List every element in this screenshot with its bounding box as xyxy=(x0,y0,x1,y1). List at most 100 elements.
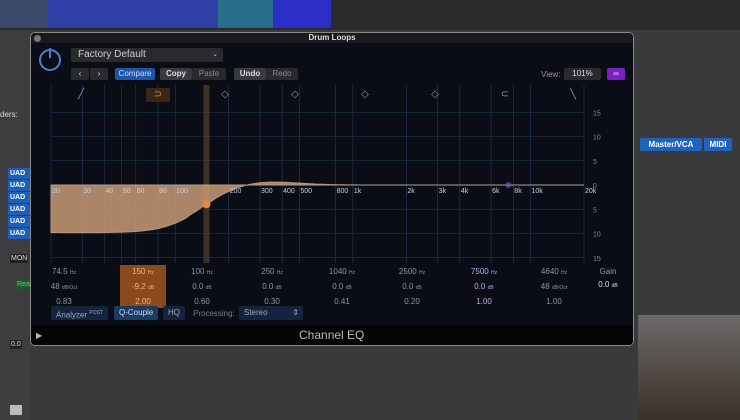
processing-select[interactable]: Stereo ⇕ xyxy=(239,306,303,320)
y-tick-label: 5 xyxy=(593,207,597,214)
paste-button[interactable]: Paste xyxy=(192,68,226,80)
band-2-handle[interactable] xyxy=(202,200,211,209)
gain-label: Gain xyxy=(599,267,617,276)
band-6-params[interactable]: 2500 Hz 0.0 dB 0.20 xyxy=(389,265,435,308)
monitor-button[interactable]: MON xyxy=(10,254,29,263)
audio-region[interactable] xyxy=(0,0,48,28)
audio-region[interactable] xyxy=(273,0,331,28)
band-frequency: 1040 xyxy=(328,267,347,276)
preset-name: Factory Default xyxy=(78,49,146,60)
tab-midi[interactable]: MIDI xyxy=(704,138,732,151)
audio-region[interactable] xyxy=(218,0,273,28)
analyzer-button[interactable]: Analyzer POST xyxy=(51,306,108,320)
previous-preset-button[interactable]: ‹ xyxy=(71,68,89,80)
band-7-toggle-icon[interactable]: ⊂ xyxy=(493,88,517,102)
mixer-channel-strip: ders: UAD F UAD N UAD A UAD S UAD N UAD … xyxy=(0,30,35,420)
band-frequency: 4640 xyxy=(540,267,559,276)
band-5-params[interactable]: 1040 Hz 0.0 dB 0.41 xyxy=(319,265,365,308)
audio-region[interactable] xyxy=(48,0,218,28)
band-3-params[interactable]: 100 Hz 0.0 dB 0.60 xyxy=(179,265,225,308)
redo-button[interactable]: Redo xyxy=(266,68,298,80)
processing-label: Processing: xyxy=(193,309,235,318)
x-tick-label: 8k xyxy=(514,188,522,195)
band-gain: 0.0 xyxy=(262,282,274,291)
insert-slot[interactable]: UAD A xyxy=(8,228,30,239)
next-preset-button[interactable]: › xyxy=(90,68,108,80)
band-8-toggle-icon[interactable]: ╲ xyxy=(561,88,585,102)
gain-value: 0.0 xyxy=(598,280,610,289)
frequency-unit: Hz xyxy=(276,270,283,276)
band-q: 1.00 xyxy=(546,297,562,306)
x-tick-label: 300 xyxy=(261,188,273,195)
band-2-params[interactable]: 150 Hz -9.2 dB 2.00 xyxy=(120,265,166,308)
close-icon[interactable] xyxy=(34,35,41,42)
gain-unit: dB xyxy=(147,285,155,291)
band-q: 0.60 xyxy=(194,297,210,306)
band-2-toggle-icon[interactable]: ⊃ xyxy=(146,88,170,102)
x-tick-label: 80 xyxy=(159,188,167,195)
insert-slot[interactable]: UAD A xyxy=(8,192,30,203)
tab-master-vca[interactable]: Master/VCA xyxy=(640,138,702,151)
y-tick-label: 15 xyxy=(593,110,601,117)
output-gain[interactable]: Gain 0.0 dB xyxy=(583,265,633,293)
frequency-unit: Hz xyxy=(69,270,76,276)
x-tick-label: 20 xyxy=(52,188,60,195)
band-4-toggle-icon[interactable]: ◇ xyxy=(283,88,307,102)
volume-fader[interactable] xyxy=(10,405,22,415)
insert-slot[interactable]: UAD S xyxy=(8,204,30,215)
gain-unit: dB xyxy=(415,285,422,291)
frequency-unit: Hz xyxy=(560,270,568,276)
x-tick-label: 30 xyxy=(83,188,91,195)
band-frequency: 250 xyxy=(261,267,275,276)
band-4-params[interactable]: 250 Hz 0.0 dB 0.30 xyxy=(249,265,295,308)
undo-button[interactable]: Undo xyxy=(234,68,266,80)
band-frequency: 74.5 xyxy=(52,267,68,276)
preset-dropdown[interactable]: Factory Default ⌄ xyxy=(71,48,223,62)
track-area[interactable] xyxy=(0,0,740,30)
x-tick-label: 2k xyxy=(407,188,415,195)
eq-graph[interactable]: 20 30 40 50 60 80 100 200 300 400 500 800 1k 2k 3k 4k 6k… xyxy=(45,85,621,263)
processing-value: Stereo xyxy=(244,308,268,317)
webcam-video xyxy=(638,315,740,420)
play-icon[interactable]: ▶ xyxy=(36,331,42,340)
q-couple-button[interactable]: Q-Couple xyxy=(114,306,159,320)
band-gain: 0.0 xyxy=(402,282,414,291)
compare-button[interactable]: Compare xyxy=(115,68,155,80)
frequency-unit: Hz xyxy=(490,270,498,276)
x-tick-label: 10k xyxy=(532,188,544,195)
y-tick-label: 15 xyxy=(593,256,601,263)
analyzer-post-label: POST xyxy=(89,310,103,316)
band-q: 0.20 xyxy=(404,297,420,306)
eq-curve xyxy=(50,181,584,234)
band-3-toggle-icon[interactable]: ◇ xyxy=(213,88,237,102)
band-6-toggle-icon[interactable]: ◇ xyxy=(423,88,447,102)
band-8-params[interactable]: 4640 Hz 48 dB/Oct 1.00 xyxy=(531,265,577,308)
power-icon[interactable] xyxy=(39,48,61,71)
x-tick-label: 100 xyxy=(176,188,188,195)
band-frequency: 100 xyxy=(191,267,205,276)
view-zoom-select[interactable]: 101% xyxy=(564,68,601,80)
view-label: View: xyxy=(541,70,561,79)
insert-slot[interactable]: UAD F xyxy=(8,168,30,179)
band-7-params[interactable]: 7500 Hz 0.0 dB 1.00 xyxy=(461,265,507,308)
band-5-toggle-icon[interactable]: ◇ xyxy=(353,88,377,102)
x-tick-label: 4k xyxy=(461,188,469,195)
band-7-handle[interactable] xyxy=(505,182,512,188)
y-tick-label: 10 xyxy=(593,135,601,142)
frequency-unit: Hz xyxy=(418,270,426,276)
insert-slot[interactable]: UAD N xyxy=(8,180,30,191)
gain-unit: dB/Oct xyxy=(61,285,78,291)
hq-button[interactable]: HQ xyxy=(163,306,185,320)
x-tick-label: 3k xyxy=(439,188,447,195)
insert-slot[interactable]: UAD N xyxy=(8,216,30,227)
x-tick-label: 800 xyxy=(337,188,349,195)
x-tick-label: 6k xyxy=(492,188,500,195)
copy-button[interactable]: Copy xyxy=(160,68,192,80)
band-1-toggle-icon[interactable]: ╱ xyxy=(69,88,93,102)
x-tick-label: 400 xyxy=(283,188,295,195)
band-1-params[interactable]: 74.5 Hz 48 dB/Oct 0.83 xyxy=(41,265,87,308)
link-icon[interactable]: ∞ xyxy=(607,68,625,80)
selected-band-marker xyxy=(203,85,210,263)
gain-unit: dB xyxy=(205,285,212,291)
band-gain: 48 xyxy=(540,282,550,291)
